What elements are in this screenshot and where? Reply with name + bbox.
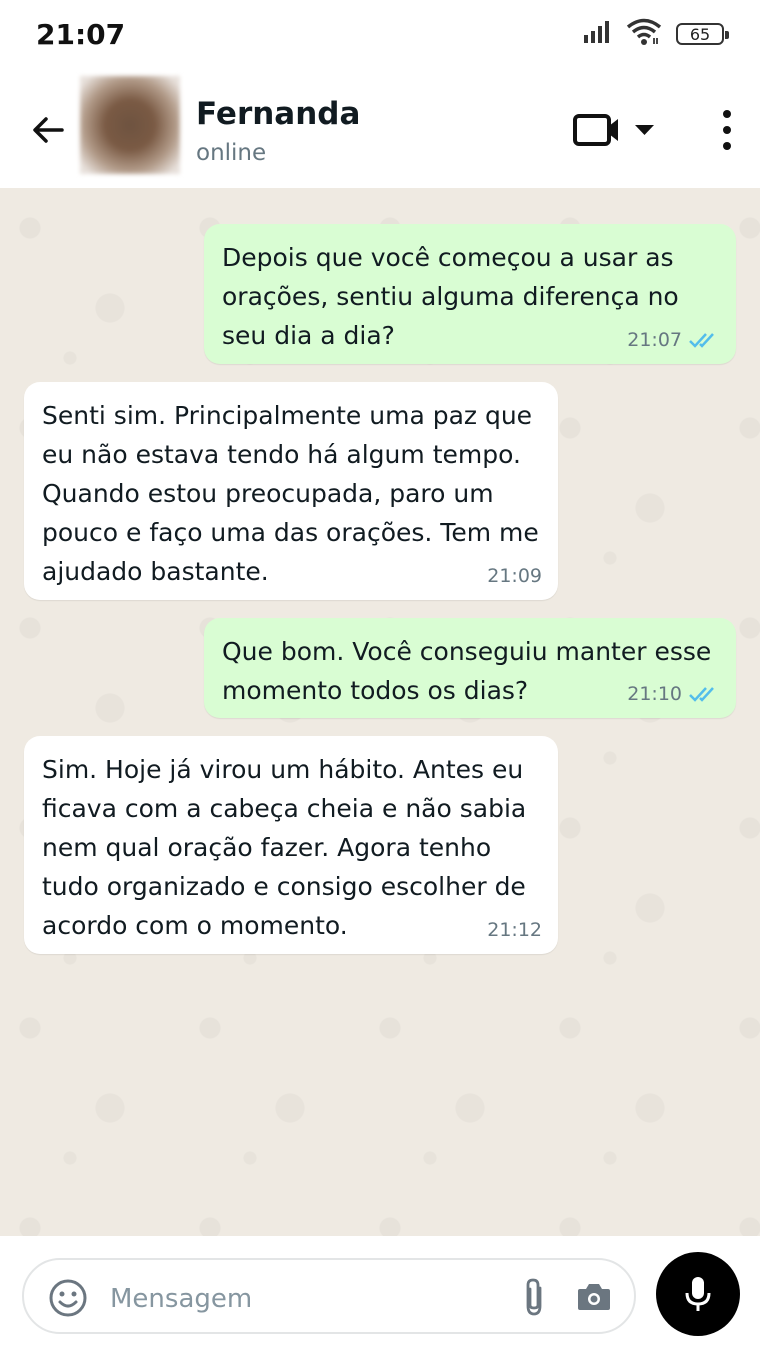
camera-button[interactable]	[576, 1280, 612, 1314]
attach-button[interactable]	[520, 1276, 548, 1318]
message-text: Sim. Hoje já virou um hábito. Antes eu f…	[42, 755, 527, 940]
emoji-icon	[49, 1279, 87, 1317]
dropdown-caret-icon	[635, 125, 654, 135]
back-button[interactable]	[28, 110, 68, 150]
camera-icon	[578, 1284, 610, 1310]
contact-status: online	[196, 140, 267, 166]
more-options-button[interactable]	[712, 106, 742, 154]
contact-name[interactable]: Fernanda	[196, 96, 360, 132]
mic-icon	[685, 1277, 711, 1311]
message-meta: 21:09	[487, 566, 542, 586]
message-meta: 21:10	[627, 684, 720, 704]
message-time: 21:12	[487, 919, 542, 941]
message-meta: 21:07	[627, 330, 720, 350]
battery-level: 65	[689, 24, 711, 44]
message-input[interactable]	[108, 1276, 492, 1322]
wifi-icon	[626, 18, 662, 50]
back-arrow-icon	[33, 117, 64, 143]
chat-messages[interactable]: Depois que você começou a usar as oraçõe…	[0, 188, 760, 1236]
message-bubble-outgoing[interactable]: Depois que você começou a usar as oraçõe…	[204, 224, 736, 364]
double-check-icon	[689, 333, 714, 348]
status-bar: 21:07 65	[0, 0, 760, 76]
composer-bar	[0, 1236, 760, 1352]
message-time: 21:07	[627, 329, 682, 351]
voice-message-button[interactable]	[656, 1252, 740, 1336]
attach-icon	[526, 1278, 542, 1316]
status-icons: 65	[584, 18, 729, 50]
signal-icon	[584, 21, 612, 47]
avatar[interactable]	[80, 76, 180, 174]
message-bubble-incoming[interactable]: Sim. Hoje já virou um hábito. Antes eu f…	[24, 736, 558, 954]
message-text: Senti sim. Principalmente uma paz que eu…	[42, 401, 539, 586]
battery-icon: 65	[676, 23, 729, 45]
message-time: 21:09	[487, 565, 542, 587]
chat-header: Fernanda online	[0, 76, 760, 188]
video-call-button[interactable]	[572, 108, 662, 152]
more-vert-icon	[723, 110, 731, 150]
message-bubble-outgoing[interactable]: Que bom. Você conseguiu manter esse mome…	[204, 618, 736, 718]
status-time: 21:07	[36, 18, 126, 51]
double-check-icon	[689, 687, 714, 702]
message-time: 21:10	[627, 683, 682, 705]
emoji-button[interactable]	[48, 1278, 88, 1318]
message-meta: 21:12	[487, 920, 542, 940]
message-bubble-incoming[interactable]: Senti sim. Principalmente uma paz que eu…	[24, 382, 558, 600]
message-input-container	[22, 1258, 636, 1334]
video-call-icon	[573, 114, 618, 146]
